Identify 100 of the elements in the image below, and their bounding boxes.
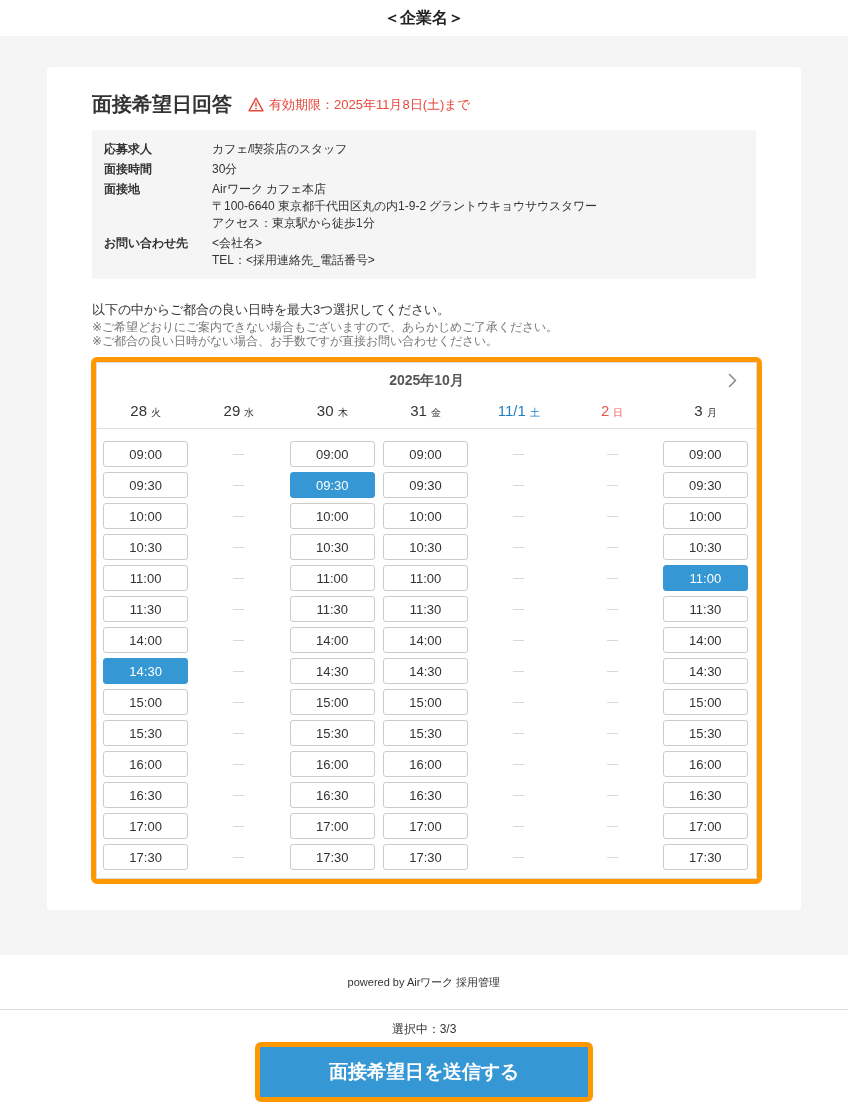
day-weekday: 月 [706,406,717,420]
time-slot-button[interactable]: 11:30 [103,596,189,622]
unavailable-dash-icon [513,794,525,796]
time-slot-button[interactable]: 17:30 [662,844,748,870]
time-slot-button[interactable]: 15:00 [289,689,375,715]
time-slot-button[interactable]: 15:00 [382,689,469,715]
unavailable-dash-icon [606,639,618,641]
time-slot-button[interactable]: 14:00 [382,627,469,653]
time-slot-button[interactable]: 16:00 [289,751,375,777]
time-slot-button[interactable]: 11:30 [662,596,748,622]
unavailable-dash-icon [606,670,618,672]
time-slot-button[interactable]: 16:30 [662,782,748,808]
chevron-right-icon [728,372,737,388]
time-slot-button[interactable]: 14:30 [662,658,748,684]
time-slot-button[interactable]: 10:30 [382,534,469,560]
time-slot-button[interactable]: 14:00 [103,627,189,653]
day-weekday: 火 [151,406,161,420]
unavailable-dash-icon [606,577,618,579]
time-slot-button[interactable]: 16:30 [289,782,375,808]
note-text: ※ご希望どおりにご案内できない場合もございますので、あらかじめご了承ください。 [92,320,560,334]
time-slot-button[interactable]: 15:30 [382,720,469,746]
unavailable-dash-icon [606,763,618,765]
time-slot-button[interactable]: 15:30 [662,720,748,746]
time-slot-button[interactable]: 17:00 [289,813,375,839]
detail-value: 〒100-6640 東京都千代田区丸の内1-9-2 グラントウキョウサウスタワー [212,198,599,215]
unavailable-dash-icon [233,856,245,858]
detail-value: アクセス：東京駅から徒歩1分 [212,215,376,232]
unavailable-dash-icon [513,639,525,641]
time-slot-button[interactable]: 09:00 [382,441,469,467]
unavailable-dash-icon [606,608,618,610]
time-slot-button[interactable]: 17:00 [662,813,748,839]
detail-value: 30分 [212,161,239,178]
day-weekday: 金 [430,406,441,420]
time-slot-button[interactable]: 09:00 [662,441,748,467]
time-slot-button[interactable]: 17:30 [103,844,189,870]
time-slot-button[interactable]: 17:30 [289,844,375,870]
unavailable-dash-icon [513,732,525,734]
time-slot-button[interactable]: 09:00 [103,441,189,467]
unavailable-dash-icon [233,794,245,796]
detail-value: <会社名> [212,235,263,252]
time-slot-button[interactable]: 10:00 [662,503,748,529]
unavailable-dash-icon [606,484,618,486]
day-date: 30 [316,401,334,421]
time-slot-button[interactable]: 10:30 [103,534,189,560]
unavailable-dash-icon [513,453,525,455]
detail-value: TEL：<採用連絡先_電話番号> [212,252,376,269]
time-slot-button[interactable]: 10:30 [662,534,748,560]
unavailable-dash-icon [233,701,245,703]
time-slot-button[interactable]: 09:30 [382,472,469,498]
unavailable-dash-icon [513,546,525,548]
time-slot-button[interactable]: 14:30 [289,658,375,684]
time-slot-button[interactable]: 17:00 [382,813,469,839]
time-slot-button[interactable]: 14:00 [289,627,375,653]
time-slot-button[interactable]: 11:00 [382,565,469,591]
time-slot-button[interactable]: 10:00 [289,503,375,529]
time-slot-button[interactable]: 17:00 [103,813,189,839]
day-date: 11/1 [497,401,526,421]
time-slot-button[interactable]: 15:00 [103,689,189,715]
time-slot-button[interactable]: 14:30 [382,658,469,684]
unavailable-dash-icon [233,825,245,827]
time-slot-button[interactable]: 11:30 [382,596,469,622]
time-slot-button[interactable]: 10:00 [382,503,469,529]
time-slot-button[interactable]: 16:30 [103,782,189,808]
time-slot-button[interactable]: 10:00 [103,503,189,529]
time-slot-button[interactable]: 15:30 [103,720,189,746]
time-slot-button[interactable]: 15:30 [289,720,375,746]
unavailable-dash-icon [606,701,618,703]
unavailable-dash-icon [513,484,525,486]
unavailable-dash-icon [513,670,525,672]
unavailable-dash-icon [606,794,618,796]
time-slot-button[interactable]: 09:00 [289,441,375,467]
time-slot-button[interactable]: 11:00 [103,565,189,591]
day-date: 29 [223,401,241,421]
time-slot-button[interactable]: 09:30 [662,472,748,498]
detail-value: Airワーク カフェ本店 [212,181,327,198]
unavailable-dash-icon [513,515,525,517]
time-slot-button[interactable]: 16:00 [382,751,469,777]
unavailable-dash-icon [233,453,245,455]
unavailable-dash-icon [233,484,245,486]
unavailable-dash-icon [513,825,525,827]
unavailable-dash-icon [233,732,245,734]
time-slot-button[interactable]: 16:30 [382,782,469,808]
day-date: 3 [694,401,703,421]
time-slot-button[interactable]: 16:00 [662,751,748,777]
day-weekday: 水 [244,406,255,420]
day-date: 31 [410,401,427,421]
time-slot-button[interactable]: 11:00 [289,565,375,591]
unavailable-dash-icon [606,856,618,858]
unavailable-dash-icon [513,856,525,858]
instruction-text: 以下の中からご都合の良い日時を最大3つ選択してください。 [92,301,452,318]
time-slot-button[interactable]: 16:00 [103,751,189,777]
time-slot-button[interactable]: 11:30 [289,596,375,622]
time-slot-button[interactable]: 14:00 [662,627,748,653]
time-slot-button[interactable]: 15:00 [662,689,748,715]
time-slot-button[interactable]: 10:30 [289,534,375,560]
unavailable-dash-icon [233,577,245,579]
company-name: ＜企業名＞ [384,8,464,28]
time-slot-button[interactable]: 17:30 [382,844,469,870]
time-slot-button[interactable]: 09:30 [103,472,189,498]
next-month-button[interactable] [728,372,737,388]
